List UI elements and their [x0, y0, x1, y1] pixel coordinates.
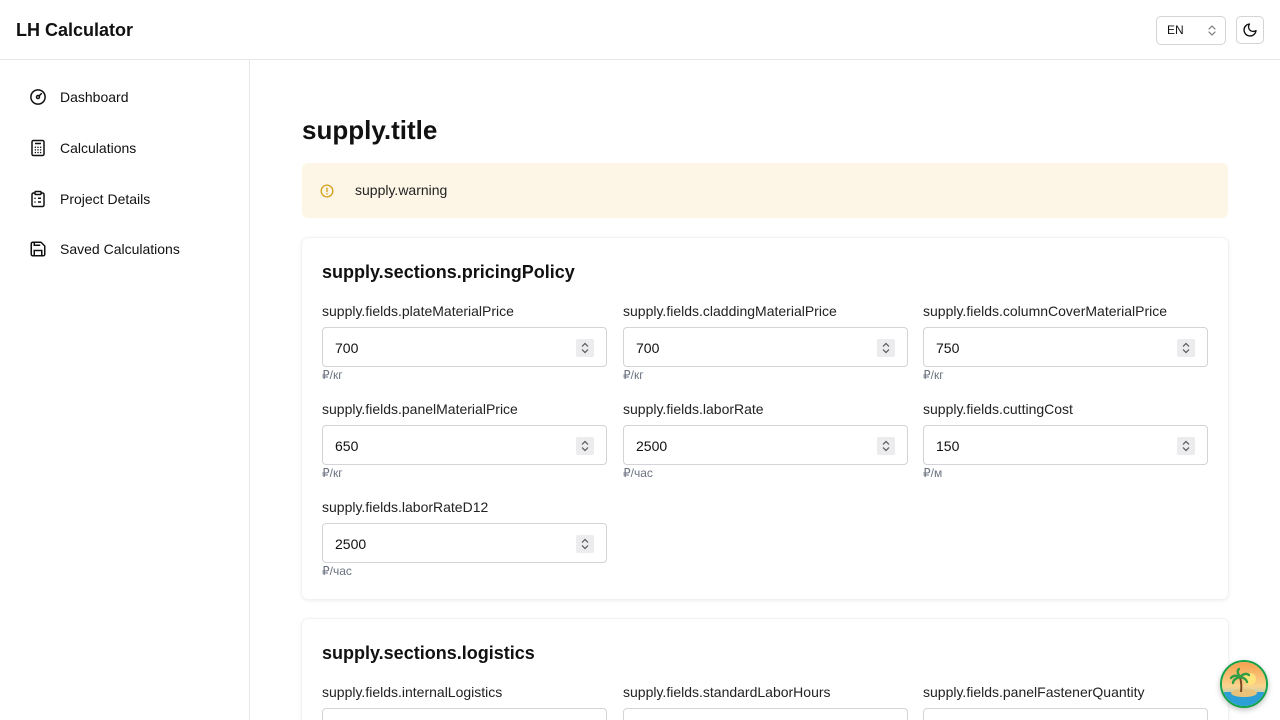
standard-labor-hours-input[interactable] — [623, 708, 908, 720]
labor-rate-d12-field: supply.fields.laborRateD12 2500 ₽/час — [322, 499, 607, 578]
input-value: 700 — [335, 340, 359, 356]
section-title: supply.sections.logistics — [322, 643, 535, 663]
column-cover-material-price-field: supply.fields.columnCoverMaterialPrice 7… — [923, 303, 1208, 382]
field-unit: ₽/час — [322, 564, 352, 578]
field-label: supply.fields.standardLaborHours — [623, 684, 831, 700]
standard-labor-hours-field: supply.fields.standardLaborHours — [623, 684, 908, 720]
sidebar-item-project-details[interactable]: Project Details — [28, 187, 150, 211]
calculator-icon — [28, 138, 48, 158]
input-value: 2500 — [335, 536, 367, 552]
top-bar: LH Calculator EN — [0, 0, 1280, 60]
plate-material-price-input[interactable]: 700 — [322, 327, 607, 367]
alert-circle-icon — [320, 184, 334, 198]
sidebar-item-dashboard[interactable]: Dashboard — [28, 85, 129, 109]
field-unit: ₽/м — [923, 466, 943, 480]
spinner-arrows-icon[interactable] — [576, 339, 594, 357]
plate-material-price-field: supply.fields.plateMaterialPrice 700 ₽/к… — [322, 303, 607, 382]
sidebar-item-label: Calculations — [60, 140, 137, 156]
cladding-material-price-input[interactable]: 700 — [623, 327, 908, 367]
field-label: supply.fields.plateMaterialPrice — [322, 303, 514, 319]
field-unit: ₽/кг — [322, 466, 343, 480]
app-title: LH Calculator — [16, 20, 134, 40]
input-value: 2500 — [636, 438, 668, 454]
panel-material-price-field: supply.fields.panelMaterialPrice 650 ₽/к… — [322, 401, 607, 480]
input-value: 700 — [636, 340, 660, 356]
spinner-arrows-icon[interactable] — [576, 535, 594, 553]
sidebar-item-label: Project Details — [60, 191, 151, 207]
clipboard-icon — [28, 189, 48, 209]
column-cover-material-price-input[interactable]: 750 — [923, 327, 1208, 367]
cladding-material-price-field: supply.fields.claddingMaterialPrice 700 … — [623, 303, 908, 382]
field-label: supply.fields.internalLogistics — [322, 684, 503, 700]
cutting-cost-input[interactable]: 150 — [923, 425, 1208, 465]
spinner-arrows-icon[interactable] — [877, 437, 895, 455]
field-unit: ₽/кг — [623, 368, 644, 382]
input-value: 150 — [936, 438, 960, 454]
field-unit: ₽/час — [623, 466, 653, 480]
cutting-cost-field: supply.fields.cuttingCost 150 ₽/м — [923, 401, 1208, 480]
sidebar-item-label: Dashboard — [60, 89, 129, 105]
labor-rate-input[interactable]: 2500 — [623, 425, 908, 465]
page-title: supply.title — [302, 115, 438, 145]
spinner-arrows-icon[interactable] — [877, 339, 895, 357]
spinner-arrows-icon[interactable] — [576, 437, 594, 455]
labor-rate-field: supply.fields.laborRate 2500 ₽/час — [623, 401, 908, 480]
save-icon — [28, 239, 48, 259]
internal-logistics-input[interactable] — [322, 708, 607, 720]
field-label: supply.fields.panelMaterialPrice — [322, 401, 518, 417]
field-label: supply.fields.laborRateD12 — [322, 499, 489, 515]
internal-logistics-field: supply.fields.internalLogistics — [322, 684, 607, 720]
panel-fastener-quantity-field: supply.fields.panelFastenerQuantity — [923, 684, 1208, 720]
gauge-icon — [28, 87, 48, 107]
sidebar: Dashboard Calculations Project Details S… — [0, 60, 250, 720]
field-unit: ₽/кг — [322, 368, 343, 382]
panel-material-price-input[interactable]: 650 — [322, 425, 607, 465]
theme-toggle-button[interactable] — [1236, 16, 1264, 44]
pricing-policy-card: supply.sections.pricingPolicy supply.fie… — [302, 238, 1228, 599]
input-value: 750 — [936, 340, 960, 356]
field-label: supply.fields.panelFastenerQuantity — [923, 684, 1145, 700]
chevron-up-down-icon — [1208, 25, 1216, 36]
labor-rate-d12-input[interactable]: 2500 — [322, 523, 607, 563]
sidebar-item-label: Saved Calculations — [60, 241, 180, 257]
floating-assistant-button[interactable] — [1220, 660, 1268, 708]
panel-fastener-quantity-input[interactable] — [923, 708, 1208, 720]
field-label: supply.fields.cuttingCost — [923, 401, 1073, 417]
input-value: 650 — [335, 438, 359, 454]
spinner-arrows-icon[interactable] — [1177, 339, 1195, 357]
language-select[interactable]: EN — [1156, 16, 1226, 45]
moon-icon — [1243, 23, 1257, 37]
field-label: supply.fields.columnCoverMaterialPrice — [923, 303, 1168, 319]
field-unit: ₽/кг — [923, 368, 944, 382]
island-avatar-icon — [1222, 662, 1266, 706]
logistics-card: supply.sections.logistics supply.fields.… — [302, 619, 1228, 720]
field-label: supply.fields.laborRate — [623, 401, 764, 417]
warning-alert: supply.warning — [302, 163, 1228, 218]
field-label: supply.fields.claddingMaterialPrice — [623, 303, 837, 319]
warning-text: supply.warning — [355, 182, 448, 198]
spinner-arrows-icon[interactable] — [1177, 437, 1195, 455]
main-content: supply.title supply.warning supply.secti… — [250, 60, 1280, 720]
language-value: EN — [1167, 23, 1184, 37]
sidebar-item-calculations[interactable]: Calculations — [28, 136, 136, 160]
sidebar-item-saved-calculations[interactable]: Saved Calculations — [28, 237, 180, 261]
section-title: supply.sections.pricingPolicy — [322, 262, 575, 282]
